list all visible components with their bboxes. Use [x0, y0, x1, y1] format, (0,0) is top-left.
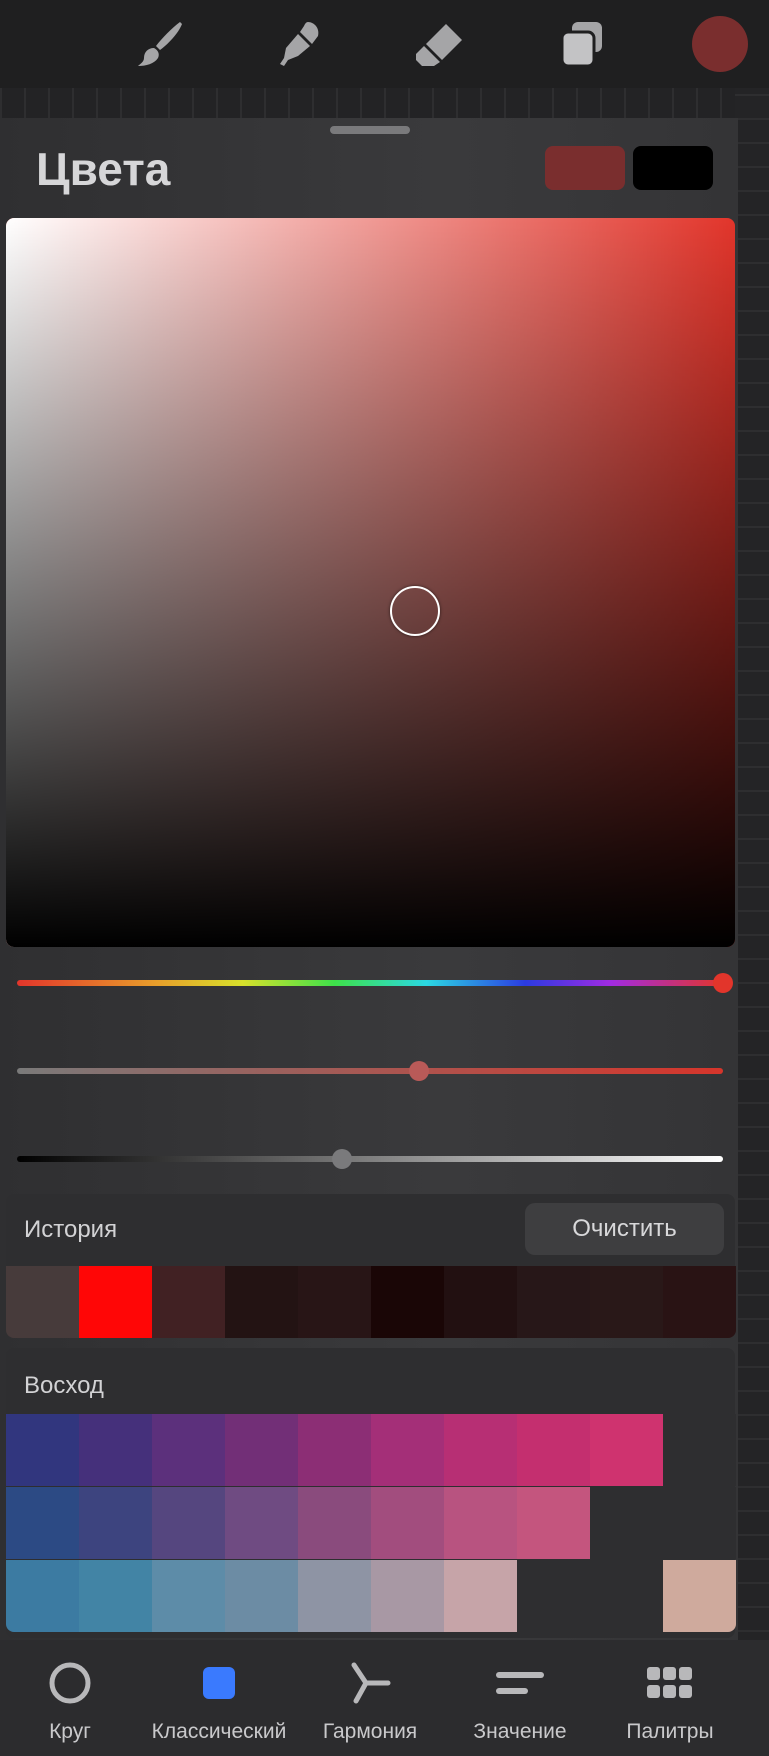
panel-grabber[interactable] — [330, 126, 410, 134]
color-field-cursor[interactable] — [390, 586, 440, 636]
palette-name: Восход — [24, 1372, 104, 1399]
tab-label: Значение — [473, 1720, 567, 1743]
palette-swatch[interactable] — [6, 1487, 79, 1559]
history-swatches — [6, 1266, 736, 1338]
brightness-slider-knob[interactable] — [331, 1149, 352, 1169]
palette-swatch[interactable] — [298, 1560, 371, 1632]
palette-swatch[interactable] — [517, 1487, 590, 1559]
primary-color-swatch[interactable] — [545, 146, 625, 190]
hue-slider[interactable] — [17, 973, 733, 993]
brightness-slider[interactable] — [17, 1149, 723, 1169]
brush-icon — [138, 22, 182, 66]
layers-tool[interactable] — [550, 12, 614, 76]
circle-icon — [49, 1662, 91, 1704]
palette-swatch[interactable] — [79, 1560, 152, 1632]
palette-swatch[interactable] — [590, 1414, 663, 1486]
history-swatch[interactable] — [371, 1266, 444, 1338]
history-swatch[interactable] — [225, 1266, 298, 1338]
palette-swatch[interactable] — [444, 1560, 517, 1632]
history-swatch[interactable] — [79, 1266, 152, 1338]
palette-swatch[interactable] — [371, 1487, 444, 1559]
smudge-icon — [280, 22, 319, 66]
tab-harmony[interactable]: Гармония — [295, 1656, 445, 1744]
history-swatch[interactable] — [590, 1266, 663, 1338]
square-icon — [203, 1667, 235, 1699]
history-swatch[interactable] — [663, 1266, 736, 1338]
tab-palettes[interactable]: Палитры — [595, 1656, 745, 1744]
canvas-ruler — [0, 88, 769, 118]
palette-swatch[interactable] — [79, 1487, 152, 1559]
tab-label: Палитры — [626, 1720, 714, 1743]
palette-swatch[interactable] — [225, 1414, 298, 1486]
hue-slider-knob[interactable] — [713, 973, 733, 993]
palette-row — [6, 1560, 736, 1632]
palette-row — [6, 1414, 736, 1486]
palette-swatch[interactable] — [517, 1414, 590, 1486]
palette-swatch[interactable] — [225, 1560, 298, 1632]
harmony-icon — [351, 1662, 391, 1704]
layers-icon — [560, 22, 602, 68]
eraser-tool[interactable] — [408, 12, 472, 76]
secondary-color-swatch[interactable] — [633, 146, 713, 190]
tab-label: Классический — [151, 1720, 287, 1743]
palettes-icon — [647, 1667, 692, 1698]
palette-row — [6, 1487, 736, 1559]
history-swatch[interactable] — [517, 1266, 590, 1338]
tab-value[interactable]: Значение — [445, 1656, 595, 1744]
saturation-slider-knob[interactable] — [409, 1061, 430, 1081]
palette-swatch[interactable] — [225, 1487, 298, 1559]
palette-swatch[interactable] — [371, 1560, 444, 1632]
panel-title: Цвета — [36, 143, 171, 195]
color-field[interactable] — [6, 218, 735, 947]
saturation-slider[interactable] — [17, 1061, 723, 1081]
palette-swatch[interactable] — [6, 1560, 79, 1632]
palette-swatch[interactable] — [663, 1487, 736, 1559]
tab-label: Гармония — [322, 1720, 418, 1743]
history-label: История — [24, 1216, 118, 1243]
palette-swatch[interactable] — [663, 1414, 736, 1486]
palette-swatch[interactable] — [444, 1487, 517, 1559]
palette-swatch[interactable] — [590, 1487, 663, 1559]
brush-tool[interactable] — [128, 12, 192, 76]
tab-classic[interactable]: Классический — [144, 1656, 294, 1744]
canvas-edge — [735, 88, 769, 1728]
history-swatch[interactable] — [152, 1266, 225, 1338]
palette-swatch[interactable] — [444, 1414, 517, 1486]
palette-swatch[interactable] — [371, 1414, 444, 1486]
smudge-tool[interactable] — [268, 12, 332, 76]
tab-label: Круг — [49, 1720, 91, 1743]
current-color-button[interactable] — [692, 16, 748, 72]
palette-swatch[interactable] — [298, 1487, 371, 1559]
history-swatch[interactable] — [444, 1266, 517, 1338]
history-swatch[interactable] — [298, 1266, 371, 1338]
value-icon — [496, 1672, 544, 1694]
palette-swatch[interactable] — [590, 1560, 663, 1632]
eraser-icon — [416, 24, 462, 66]
palette-swatch[interactable] — [79, 1414, 152, 1486]
palette-swatch[interactable] — [152, 1487, 225, 1559]
tab-disc[interactable]: Круг — [0, 1656, 145, 1744]
palette-swatch[interactable] — [152, 1560, 225, 1632]
palette-swatch[interactable] — [6, 1414, 79, 1486]
palette-swatch[interactable] — [152, 1414, 225, 1486]
palette-swatch[interactable] — [663, 1560, 736, 1632]
palette-swatch[interactable] — [298, 1414, 371, 1486]
palette-swatch[interactable] — [517, 1560, 590, 1632]
history-swatch[interactable] — [6, 1266, 79, 1338]
clear-history-button[interactable]: Очистить — [525, 1203, 724, 1255]
top-toolbar — [0, 0, 769, 88]
